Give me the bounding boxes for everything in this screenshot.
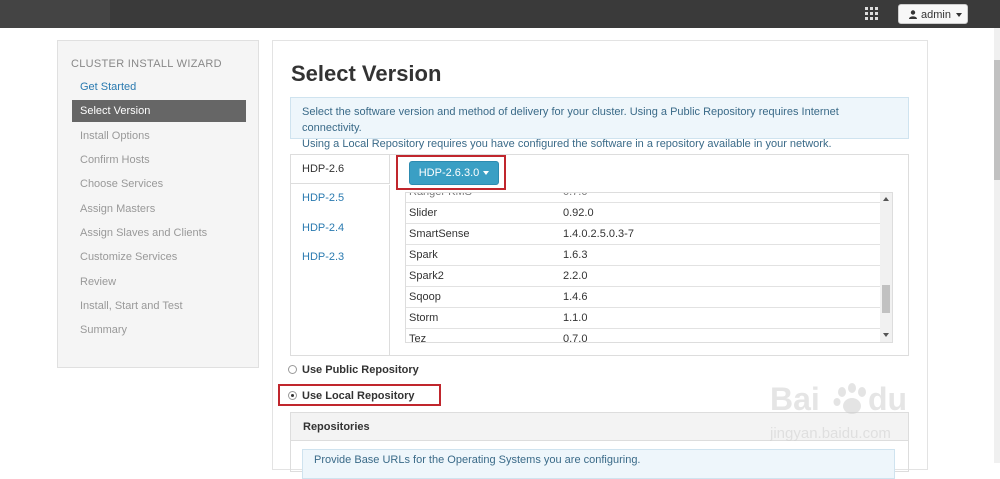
scroll-down-icon[interactable] <box>883 333 889 337</box>
table-scrollbar[interactable] <box>880 193 892 342</box>
service-name: Spark <box>409 249 438 261</box>
service-version: 1.6.3 <box>563 249 588 261</box>
table-row: SmartSense 1.4.0.2.5.0.3-7 <box>406 224 880 245</box>
service-version: 2.2.0 <box>563 270 588 282</box>
table-row: Spark 1.6.3 <box>406 245 880 266</box>
service-version: 0.7.0 <box>563 333 588 343</box>
baidu-watermark-logo: Bai du jingyan.baidu.com <box>770 381 907 442</box>
table-row: Slider 0.92.0 <box>406 203 880 224</box>
sidebar-item-customize-services: Customize Services <box>80 251 178 263</box>
table-row: Sqoop 1.4.6 <box>406 287 880 308</box>
page-scrollbar-thumb[interactable] <box>994 60 1000 180</box>
svg-text:Bai: Bai <box>770 381 820 417</box>
service-version: 0.92.0 <box>563 207 594 219</box>
service-name: Slider <box>409 207 438 219</box>
scroll-up-icon[interactable] <box>883 197 889 201</box>
tab-hdp-2-5[interactable]: HDP-2.5 <box>291 184 389 213</box>
table-row: Tez 0.7.0 <box>406 329 880 343</box>
sidebar-item-choose-services: Choose Services <box>80 178 164 190</box>
service-version: 1.4.0.2.5.0.3-7 <box>563 228 634 240</box>
info-line-2: Using a Local Repository requires you ha… <box>302 138 832 150</box>
logo-area <box>0 0 110 28</box>
service-name: Spark2 <box>409 270 444 282</box>
admin-label: admin <box>921 9 951 21</box>
public-repo-radio[interactable] <box>288 365 297 374</box>
sidebar-item-select-version[interactable]: Select Version <box>72 100 246 122</box>
wizard-sidebar: CLUSTER INSTALL WIZARD Get Started Selec… <box>57 40 259 368</box>
sidebar-item-assign-masters: Assign Masters <box>80 203 156 215</box>
tab-hdp-2-3[interactable]: HDP-2.3 <box>291 243 389 272</box>
page-scrollbar[interactable] <box>994 28 1000 463</box>
tab-hdp-2-4[interactable]: HDP-2.4 <box>291 214 389 243</box>
tab-divider <box>389 185 390 356</box>
sidebar-item-assign-slaves: Assign Slaves and Clients <box>80 227 208 239</box>
svg-text:jingyan.baidu.com: jingyan.baidu.com <box>770 425 891 442</box>
sidebar-item-install-options: Install Options <box>80 130 150 142</box>
svg-text:du: du <box>868 381 907 417</box>
top-navbar: admin <box>0 0 1000 28</box>
service-name: Tez <box>409 333 427 343</box>
service-name: SmartSense <box>409 228 470 240</box>
page-title: Select Version <box>291 61 442 86</box>
admin-menu-button[interactable]: admin <box>898 4 968 24</box>
table-row: Storm 1.1.0 <box>406 308 880 329</box>
service-version: 1.4.6 <box>563 291 588 303</box>
services-table: Ranger KMS 0.7.0 Slider 0.92.0 SmartSense… <box>405 192 893 343</box>
stack-version-tabs: HDP-2.6 HDP-2.5 HDP-2.4 HDP-2.3 HDP-2.6.… <box>290 154 909 356</box>
sidebar-item-confirm-hosts: Confirm Hosts <box>80 154 150 166</box>
sidebar-item-install-start-test: Install, Start and Test <box>80 300 183 312</box>
service-name: Storm <box>409 312 439 324</box>
user-icon <box>909 10 917 19</box>
highlight-box-local-repo <box>278 384 441 406</box>
wizard-title: CLUSTER INSTALL WIZARD <box>71 58 222 70</box>
table-row: Ranger KMS 0.7.0 <box>406 193 880 203</box>
sidebar-item-get-started[interactable]: Get Started <box>72 76 246 98</box>
tab-hdp-2-6[interactable]: HDP-2.6 <box>291 155 390 184</box>
grid-icon[interactable] <box>865 7 879 21</box>
chevron-down-icon <box>956 13 962 17</box>
sidebar-item-summary: Summary <box>80 324 128 336</box>
table-scrollbar-thumb[interactable] <box>882 285 890 313</box>
public-repo-label[interactable]: Use Public Repository <box>302 362 419 378</box>
service-name: Sqoop <box>409 291 441 303</box>
sidebar-item-review: Review <box>80 276 117 288</box>
info-alert: Select the software version and method o… <box>290 97 909 150</box>
highlight-box-version <box>396 155 506 190</box>
service-version: 1.1.0 <box>563 312 588 324</box>
info-line-1: Select the software version and method o… <box>302 106 839 134</box>
table-row: Spark2 2.2.0 <box>406 266 880 287</box>
